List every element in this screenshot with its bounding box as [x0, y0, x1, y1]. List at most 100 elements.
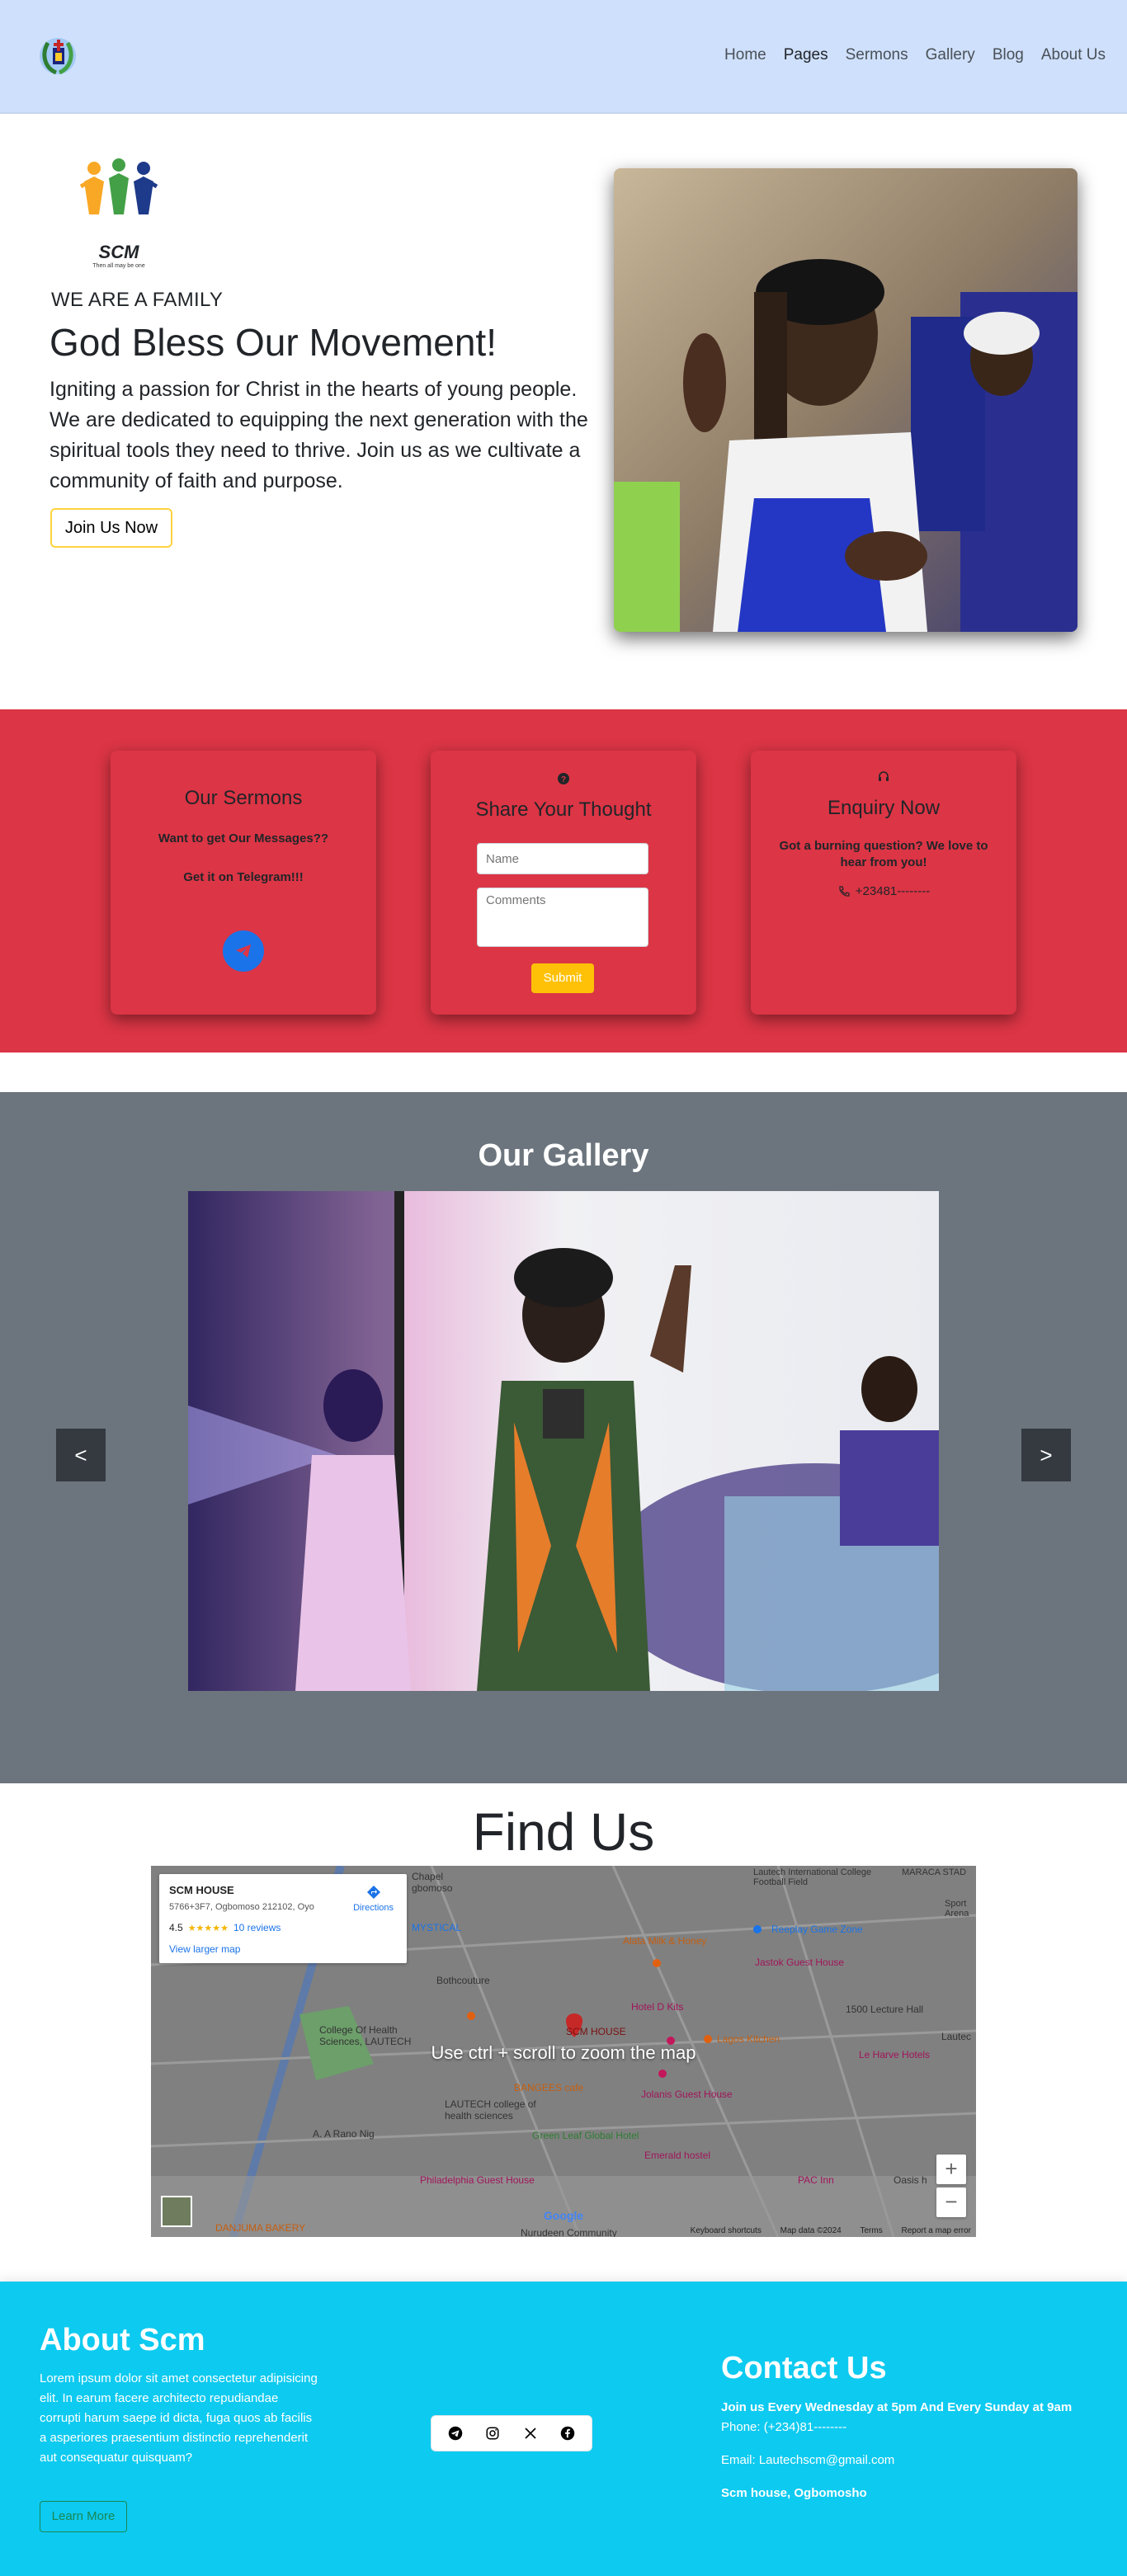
map-label-maraca: MARACA STAD — [902, 1867, 967, 1877]
map-label-scm-house: SCM HOUSE — [566, 2026, 626, 2037]
headset-icon — [751, 770, 1016, 785]
map-label-green-leaf: Green Leaf Global Hotel — [532, 2130, 639, 2141]
worshipper-photo — [614, 168, 1077, 632]
contact-title: Contact Us — [721, 2351, 887, 2385]
map-label-rano: A. A Rano Nig — [313, 2128, 375, 2140]
join-us-button[interactable]: Join Us Now — [50, 508, 172, 548]
map-label-lautech-college: LAUTECH college of health sciences — [445, 2098, 536, 2122]
telegram-icon[interactable] — [223, 930, 264, 972]
enquiry-card: Enquiry Now Got a burning question? We l… — [751, 751, 1016, 1015]
map-place-address: 5766+3F7, Ogbomoso 212102, Oyo — [169, 1902, 314, 1912]
map-label-danjuma: DANJUMA BAKERY — [215, 2222, 306, 2234]
comments-textarea[interactable] — [477, 888, 648, 947]
scm-logo-text: SCM — [98, 242, 139, 262]
gallery-next-button[interactable]: > — [1021, 1429, 1071, 1481]
learn-more-button[interactable]: Learn More — [40, 2501, 127, 2532]
keyboard-shortcuts-link[interactable]: Keyboard shortcuts — [691, 2226, 762, 2235]
share-thought-title: Share Your Thought — [475, 798, 652, 821]
contact-phone: Phone: (+234)81-------- — [721, 2420, 847, 2434]
sermons-line1: Want to get Our Messages?? — [158, 831, 329, 845]
nav-menu: Home Pages Sermons Gallery Blog About Us — [707, 46, 1106, 64]
instagram-icon[interactable] — [483, 2423, 502, 2443]
sermons-card: Our Sermons Want to get Our Messages?? G… — [111, 751, 376, 1015]
nav-blog[interactable]: Blog — [993, 46, 1024, 64]
hero-section: SCM Then all may be one WE ARE A FAMILY … — [0, 114, 1127, 709]
scm-logo-motto: Then all may be one — [92, 263, 145, 269]
name-input[interactable] — [477, 843, 648, 874]
directions-button[interactable]: Directions — [353, 1884, 394, 1913]
map-label-lautec: Lautec — [941, 2031, 972, 2042]
map-data-text: Map data ©2024 — [780, 2226, 842, 2235]
enquiry-phone: +23481-------- — [855, 884, 931, 898]
scm-logo: SCM Then all may be one — [79, 157, 158, 272]
map-zoom-out-button[interactable]: − — [936, 2187, 966, 2217]
directions-label: Directions — [353, 1903, 394, 1913]
terms-link[interactable]: Terms — [861, 2226, 883, 2235]
find-us-section: Find Us SCM HOUSE Alata Milk & Honey Ree… — [0, 1783, 1127, 2282]
footer: About Scm Lorem ipsum dolor sit amet con… — [0, 2282, 1127, 2576]
map-label-pac-inn: PAC Inn — [798, 2174, 834, 2186]
hero-tagline: WE ARE A FAMILY — [51, 289, 224, 311]
facebook-icon[interactable] — [558, 2423, 578, 2443]
gallery-prev-button[interactable]: < — [56, 1429, 106, 1481]
map-label-alata: Alata Milk & Honey — [623, 1935, 707, 1947]
map-label-nurudeen: Nurudeen Community — [521, 2227, 617, 2237]
phone-icon — [839, 885, 850, 897]
question-circle-icon: ? — [431, 772, 696, 787]
svg-text:?: ? — [561, 775, 566, 784]
star-rating-icon: ★★★★★ — [187, 1923, 229, 1933]
enquiry-title: Enquiry Now — [827, 797, 941, 819]
nav-home[interactable]: Home — [724, 46, 766, 64]
map-label-mystical: MYSTICAL — [412, 1922, 462, 1933]
map-zoom-hint: Use ctrl + scroll to zoom the map — [431, 2042, 696, 2063]
sermons-title: Our Sermons — [184, 787, 303, 809]
map-place-name: SCM HOUSE — [169, 1884, 234, 1896]
hero-title: God Bless Our Movement! — [50, 321, 497, 364]
report-error-link[interactable]: Report a map error — [902, 2226, 971, 2235]
map-rating-row: 4.5 ★★★★★ 10 reviews — [169, 1922, 281, 1933]
find-us-title: Find Us — [472, 1802, 655, 1862]
map-label-sport-arena: Sport Arena — [945, 1899, 969, 1919]
map-label-lecture-hall: 1500 Lecture Hall — [846, 2004, 924, 2015]
map-label-philadelphia: Philadelphia Guest House — [420, 2174, 535, 2186]
directions-icon — [366, 1886, 380, 1899]
nav-sermons[interactable]: Sermons — [846, 46, 908, 64]
sermons-line2: Get it on Telegram!!! — [183, 870, 304, 884]
google-logo: Google — [544, 2209, 584, 2222]
gallery-photo — [188, 1191, 939, 1691]
navbar: Home Pages Sermons Gallery Blog About Us — [0, 0, 1127, 114]
map-reviews-link[interactable]: 10 reviews — [233, 1922, 281, 1933]
nav-about-us[interactable]: About Us — [1041, 46, 1106, 64]
share-thought-card: ? Share Your Thought Submit — [431, 751, 696, 1015]
enquiry-text: Got a burning question? We love to hear … — [779, 839, 988, 869]
map-layers-thumbnail[interactable] — [161, 2196, 192, 2227]
map-label-oasis: Oasis h — [894, 2174, 927, 2186]
map-label-football-field: Lautech International College Football F… — [753, 1867, 872, 1887]
gallery-title: Our Gallery — [478, 1138, 649, 1173]
map-label-reeplay: Reeplay Game Zone — [771, 1924, 863, 1935]
about-text: Lorem ipsum dolor sit amet consectetur a… — [40, 2371, 318, 2465]
map-label-bothcouture: Bothcouture — [436, 1975, 490, 1986]
submit-button[interactable]: Submit — [531, 963, 594, 993]
x-icon[interactable] — [521, 2423, 540, 2443]
nav-pages[interactable]: Pages — [784, 46, 828, 64]
map-label-emerald: Emerald hostel — [644, 2150, 711, 2161]
gallery-section: Our Gallery < > — [0, 1092, 1127, 1783]
enquiry-phone-row[interactable]: +23481-------- — [751, 884, 1016, 898]
contact-address: Scm house, Ogbomosho — [721, 2486, 867, 2500]
map-label-bangees: BANGEES cafe — [514, 2082, 584, 2093]
map-label-jastok: Jastok Guest House — [755, 1957, 845, 1968]
map-label-hotel-d-kits: Hotel D Kits — [631, 2001, 684, 2013]
map-footer: Keyboard shortcuts Map data ©2024 Terms … — [674, 2226, 971, 2235]
meeting-times: Join us Every Wednesday at 5pm And Every… — [721, 2400, 1073, 2414]
view-larger-map-link[interactable]: View larger map — [169, 1943, 240, 1955]
church-logo-icon[interactable] — [36, 31, 79, 79]
map-label-chapel: Chapel gbomoso — [412, 1871, 453, 1894]
map-zoom-in-button[interactable]: + — [936, 2155, 966, 2184]
map-place-card: SCM HOUSE 5766+3F7, Ogbomoso 212102, Oyo… — [159, 1874, 407, 1963]
map-embed[interactable]: SCM HOUSE Alata Milk & Honey Reeplay Gam… — [151, 1866, 976, 2237]
nav-gallery[interactable]: Gallery — [926, 46, 975, 64]
about-title: About Scm — [40, 2323, 205, 2357]
map-label-jolanis: Jolanis Guest House — [641, 2089, 733, 2100]
telegram-icon[interactable] — [446, 2423, 465, 2443]
